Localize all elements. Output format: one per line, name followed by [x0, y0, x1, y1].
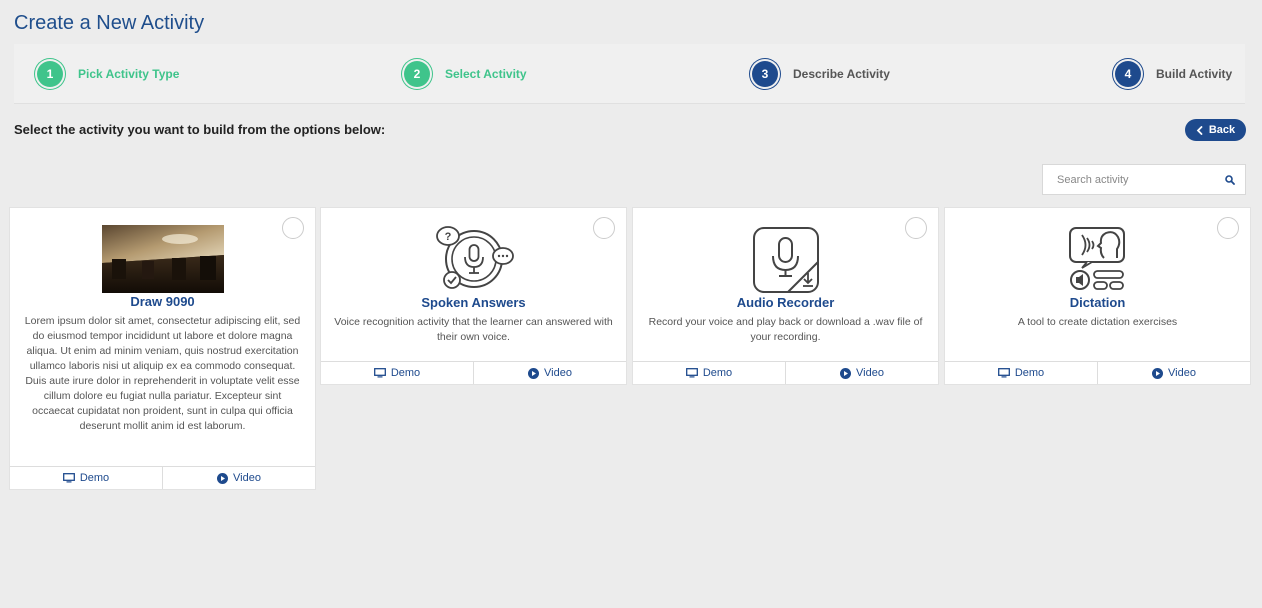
- step-label: Select Activity: [445, 67, 527, 81]
- video-label: Video: [544, 367, 572, 379]
- demo-button[interactable]: Demo: [633, 362, 785, 384]
- select-radio[interactable]: [905, 217, 927, 239]
- demo-label: Demo: [390, 367, 421, 379]
- activity-actions: Demo Video: [321, 361, 626, 384]
- search-input[interactable]: [1043, 173, 1215, 186]
- activity-card-spoken-answers[interactable]: ? Spoken Answers Voice recognition activ…: [320, 207, 627, 385]
- activity-description: Lorem ipsum dolor sit amet, consectetur …: [24, 315, 301, 432]
- activity-title: Draw 9090: [130, 294, 195, 309]
- step-select-activity: 2 Select Activity: [404, 61, 527, 87]
- activity-description: Record your voice and play back or downl…: [648, 316, 923, 343]
- activity-description: A tool to create dictation exercises: [1017, 316, 1178, 328]
- select-radio[interactable]: [282, 217, 304, 239]
- demo-button[interactable]: Demo: [321, 362, 473, 384]
- activity-actions: Demo Video: [10, 466, 315, 489]
- monitor-icon: [997, 368, 1010, 378]
- demo-label: Demo: [79, 472, 110, 484]
- photo-thumbnail: [101, 225, 224, 293]
- step-number: 2: [404, 61, 430, 87]
- activity-title: Dictation: [1069, 295, 1126, 310]
- step-number: 4: [1115, 61, 1141, 87]
- video-button[interactable]: Video: [785, 362, 938, 384]
- activity-title: Spoken Answers: [421, 295, 526, 310]
- activity-thumbnail: [10, 225, 315, 293]
- monitor-icon: [62, 473, 75, 483]
- demo-label: Demo: [1014, 367, 1045, 379]
- stepper: 1 Pick Activity Type 2 Select Activity 3…: [14, 44, 1245, 104]
- chevron-left-icon: [1196, 125, 1203, 135]
- video-label: Video: [1168, 367, 1196, 379]
- step-build-activity: 4 Build Activity: [1115, 61, 1232, 87]
- video-label: Video: [856, 367, 884, 379]
- select-radio[interactable]: [1217, 217, 1239, 239]
- monitor-icon: [685, 368, 698, 378]
- speaking-head-icon: [1068, 226, 1125, 290]
- step-label: Pick Activity Type: [78, 67, 180, 81]
- activity-thumbnail: [633, 225, 938, 294]
- demo-label: Demo: [702, 367, 733, 379]
- instruction-text: Select the activity you want to build fr…: [14, 122, 386, 137]
- step-number: 3: [752, 61, 778, 87]
- step-number: 1: [37, 61, 63, 87]
- svg-text:?: ?: [444, 231, 451, 243]
- activity-actions: Demo Video: [945, 361, 1250, 384]
- monitor-icon: [373, 368, 386, 378]
- activity-thumbnail: [945, 225, 1250, 294]
- step-label: Describe Activity: [793, 67, 890, 81]
- search-icon[interactable]: [1215, 174, 1245, 185]
- video-button[interactable]: Video: [473, 362, 626, 384]
- activity-actions: Demo Video: [633, 361, 938, 384]
- microphone-download-icon: [752, 226, 819, 293]
- play-circle-icon: [1152, 367, 1164, 379]
- microphone-speech-icon: ?: [435, 226, 514, 289]
- activity-thumbnail: ?: [321, 224, 626, 294]
- back-button[interactable]: Back: [1185, 119, 1246, 141]
- video-button[interactable]: Video: [1097, 362, 1250, 384]
- step-label: Build Activity: [1156, 67, 1233, 81]
- step-pick-activity-type: 1 Pick Activity Type: [37, 61, 179, 87]
- demo-button[interactable]: Demo: [945, 362, 1097, 384]
- select-radio[interactable]: [593, 217, 615, 239]
- play-circle-icon: [217, 472, 229, 484]
- play-circle-icon: [840, 367, 852, 379]
- demo-button[interactable]: Demo: [10, 467, 162, 489]
- page-title: Create a New Activity: [14, 12, 205, 34]
- video-button[interactable]: Video: [162, 467, 315, 489]
- back-button-label: Back: [1208, 124, 1236, 136]
- activity-description: Voice recognition activity that the lear…: [334, 316, 613, 343]
- play-circle-icon: [528, 367, 540, 379]
- activity-card-audio-recorder[interactable]: Audio Recorder Record your voice and pla…: [632, 207, 939, 385]
- search-box: [1042, 164, 1246, 195]
- activity-card-dictation[interactable]: Dictation A tool to create dictation exe…: [944, 207, 1251, 385]
- video-label: Video: [233, 472, 261, 484]
- activity-card-draw-9090[interactable]: Draw 9090 Lorem ipsum dolor sit amet, co…: [9, 207, 316, 490]
- step-describe-activity: 3 Describe Activity: [752, 61, 890, 87]
- activity-title: Audio Recorder: [736, 295, 835, 310]
